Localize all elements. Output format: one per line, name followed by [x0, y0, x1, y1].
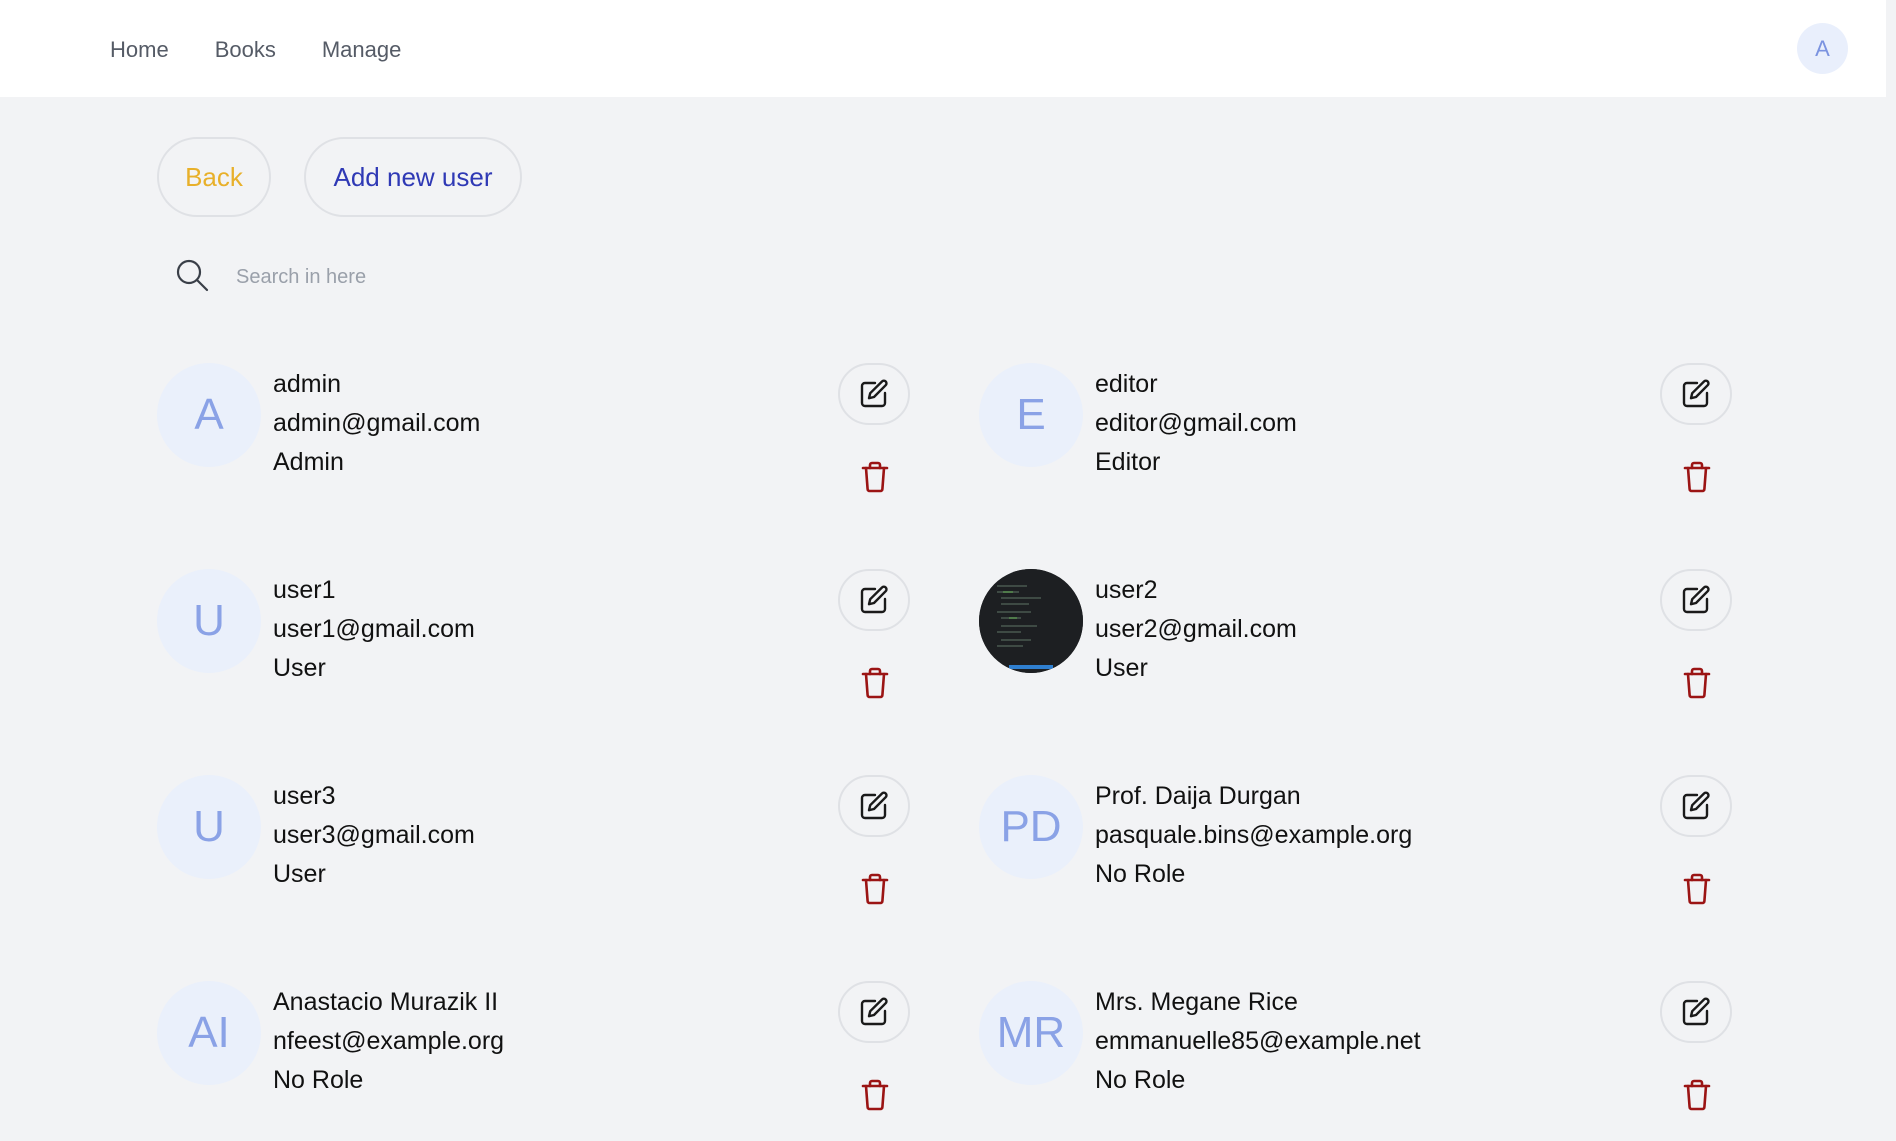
nav-manage-link[interactable]: Manage [322, 37, 402, 63]
back-button[interactable]: Back [157, 137, 271, 217]
delete-user-button[interactable] [858, 1077, 892, 1113]
user-card: PD Prof. Daija Durgan pasquale.bins@exampl… [979, 775, 1739, 935]
user-info: admin admin@gmail.com Admin [273, 365, 480, 482]
user-email: nfeest@example.org [273, 1027, 505, 1055]
edit-icon [858, 378, 890, 410]
user-card: Uuser3 user3@gmail.com User [157, 775, 917, 935]
user-card: MR Mrs. Megane Rice emmanuelle85@example.n… [979, 981, 1739, 1141]
search-icon[interactable] [174, 257, 210, 298]
user-name: user3 [273, 782, 336, 810]
edit-user-button[interactable] [1660, 569, 1732, 631]
user-avatar [979, 569, 1083, 673]
trash-icon [1683, 873, 1711, 905]
user-email: user1@gmail.com [273, 615, 475, 643]
delete-user-button[interactable] [858, 665, 892, 701]
user-role: No Role [1095, 1066, 1186, 1094]
edit-icon [858, 996, 890, 1028]
user-role: User [273, 860, 326, 888]
user-card: AI Anastacio Murazik II nfeest@example.org… [157, 981, 917, 1141]
user-card: Uuser1 user1@gmail.com User [157, 569, 917, 729]
search-input[interactable] [234, 264, 638, 290]
delete-user-button[interactable] [1680, 459, 1714, 495]
user-info: editor editor@gmail.com Editor [1095, 365, 1297, 482]
edit-user-button[interactable] [1660, 363, 1732, 425]
edit-icon [1680, 790, 1712, 822]
edit-user-button[interactable] [838, 363, 910, 425]
user-info: Prof. Daija Durgan pasquale.bins@example.… [1095, 777, 1412, 894]
user-email: user2@gmail.com [1095, 615, 1297, 643]
user-name: Mrs. Megane Rice [1095, 988, 1298, 1016]
edit-user-button[interactable] [838, 775, 910, 837]
user-info: user2 user2@gmail.com User [1095, 571, 1297, 688]
page-scrollbar[interactable] [1886, 0, 1896, 1080]
user-card: user2 user2@gmail.com User [979, 569, 1739, 729]
trash-icon [861, 667, 889, 699]
user-info: Mrs. Megane Rice emmanuelle85@example.net… [1095, 983, 1421, 1100]
search-bar [174, 256, 674, 298]
trash-icon [861, 873, 889, 905]
user-info: Anastacio Murazik II nfeest@example.org No… [273, 983, 504, 1100]
trash-icon [861, 1079, 889, 1111]
edit-user-button[interactable] [838, 981, 910, 1043]
edit-user-button[interactable] [1660, 981, 1732, 1043]
user-role: User [1095, 654, 1148, 682]
edit-icon [858, 790, 890, 822]
user-avatar: A [157, 363, 261, 467]
delete-user-button[interactable] [1680, 1077, 1714, 1113]
user-name: Anastacio Murazik II [273, 988, 499, 1016]
trash-icon [1683, 667, 1711, 699]
user-avatar: AI [157, 981, 261, 1085]
add-new-user-button[interactable]: Add new user [304, 137, 522, 217]
nav-books-link[interactable]: Books [215, 37, 276, 63]
edit-user-button[interactable] [838, 569, 910, 631]
user-email: user3@gmail.com [273, 821, 475, 849]
user-role: User [273, 654, 326, 682]
delete-user-button[interactable] [1680, 665, 1714, 701]
user-role: Admin [273, 448, 344, 476]
user-avatar: E [979, 363, 1083, 467]
user-role: No Role [273, 1066, 364, 1094]
nav-links: Home Books Manage [110, 0, 401, 100]
trash-icon [1683, 1079, 1711, 1111]
trash-icon [861, 461, 889, 493]
user-role: No Role [1095, 860, 1186, 888]
user-card: Eeditor editor@gmail.com Editor [979, 363, 1739, 523]
user-email: emmanuelle85@example.net [1095, 1027, 1421, 1055]
delete-user-button[interactable] [1680, 871, 1714, 907]
user-avatar: U [157, 775, 261, 879]
delete-user-button[interactable] [858, 871, 892, 907]
edit-icon [1680, 584, 1712, 616]
user-name: user2 [1095, 576, 1158, 604]
top-navbar: Home Books Manage A [0, 0, 1896, 97]
edit-icon [1680, 996, 1712, 1028]
delete-user-button[interactable] [858, 459, 892, 495]
nav-home-link[interactable]: Home [110, 37, 169, 63]
user-card: Aadmin admin@gmail.com Admin [157, 363, 917, 523]
user-name: Prof. Daija Durgan [1095, 782, 1301, 810]
user-name: user1 [273, 576, 336, 604]
trash-icon [1683, 461, 1711, 493]
user-info: user1 user1@gmail.com User [273, 571, 475, 688]
edit-icon [1680, 378, 1712, 410]
user-role: Editor [1095, 448, 1161, 476]
user-email: editor@gmail.com [1095, 409, 1297, 437]
user-name: admin [273, 370, 342, 398]
user-avatar: PD [979, 775, 1083, 879]
user-avatar: U [157, 569, 261, 673]
user-name: editor [1095, 370, 1158, 398]
user-avatar: MR [979, 981, 1083, 1085]
profile-avatar[interactable]: A [1797, 23, 1848, 74]
user-email: pasquale.bins@example.org [1095, 821, 1413, 849]
edit-icon [858, 584, 890, 616]
user-email: admin@gmail.com [273, 409, 481, 437]
user-info: user3 user3@gmail.com User [273, 777, 475, 894]
edit-user-button[interactable] [1660, 775, 1732, 837]
